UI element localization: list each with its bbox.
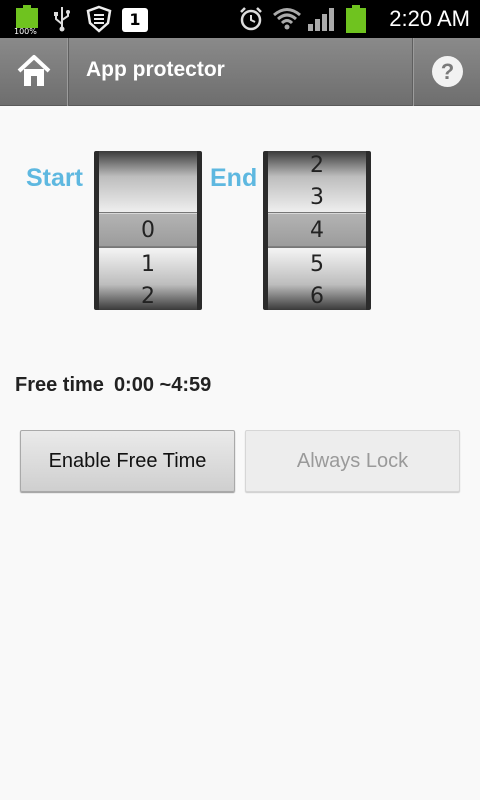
battery-icon — [346, 5, 366, 33]
page-title: App protector — [86, 58, 225, 81]
usb-icon — [52, 6, 72, 36]
help-icon: ? — [432, 56, 463, 87]
start-wheel[interactable]: 0 1 2 — [99, 151, 197, 310]
home-icon — [17, 55, 51, 86]
notification-icon: 1 — [122, 8, 148, 32]
shield-icon — [86, 5, 112, 37]
alarm-icon — [238, 6, 264, 36]
end-wheel[interactable]: 2 3 4 5 6 — [268, 151, 366, 310]
battery-full-icon: 100% — [14, 5, 38, 36]
wheel-divider — [99, 212, 197, 213]
action-bar: App protector ? — [0, 38, 480, 106]
always-lock-button[interactable]: Always Lock — [245, 430, 460, 492]
enable-free-time-button[interactable]: Enable Free Time — [20, 430, 235, 492]
home-button[interactable] — [0, 38, 68, 106]
start-row-empty[interactable] — [99, 165, 197, 197]
signal-icon — [306, 6, 336, 36]
clock: 2:20 AM — [389, 6, 470, 31]
status-bar: 100% 1 2:20 AM — [0, 0, 480, 38]
start-row-selected[interactable]: 0 — [99, 215, 197, 247]
free-time-label: Free time — [15, 374, 104, 396]
wheel-divider — [99, 247, 197, 248]
help-button[interactable]: ? — [412, 38, 480, 106]
start-row[interactable]: 2 — [99, 281, 197, 310]
end-label: End — [210, 164, 258, 192]
end-row[interactable]: 6 — [268, 281, 366, 310]
end-row[interactable]: 2 — [268, 151, 366, 182]
end-row-selected[interactable]: 4 — [268, 215, 366, 247]
battery-percent: 100% — [14, 27, 37, 36]
start-hour-picker[interactable]: 0 1 2 — [94, 151, 202, 310]
free-time-summary: Free time 0:00 ~4:59 — [15, 374, 211, 397]
end-hour-picker[interactable]: 2 3 4 5 6 — [263, 151, 371, 310]
start-label: Start — [26, 164, 83, 192]
end-row[interactable]: 5 — [268, 249, 366, 281]
free-time-value: 0:00 ~4:59 — [113, 374, 212, 396]
wheel-divider — [268, 247, 366, 248]
start-row[interactable]: 1 — [99, 249, 197, 281]
wifi-icon — [272, 6, 302, 36]
end-row[interactable]: 3 — [268, 182, 366, 214]
